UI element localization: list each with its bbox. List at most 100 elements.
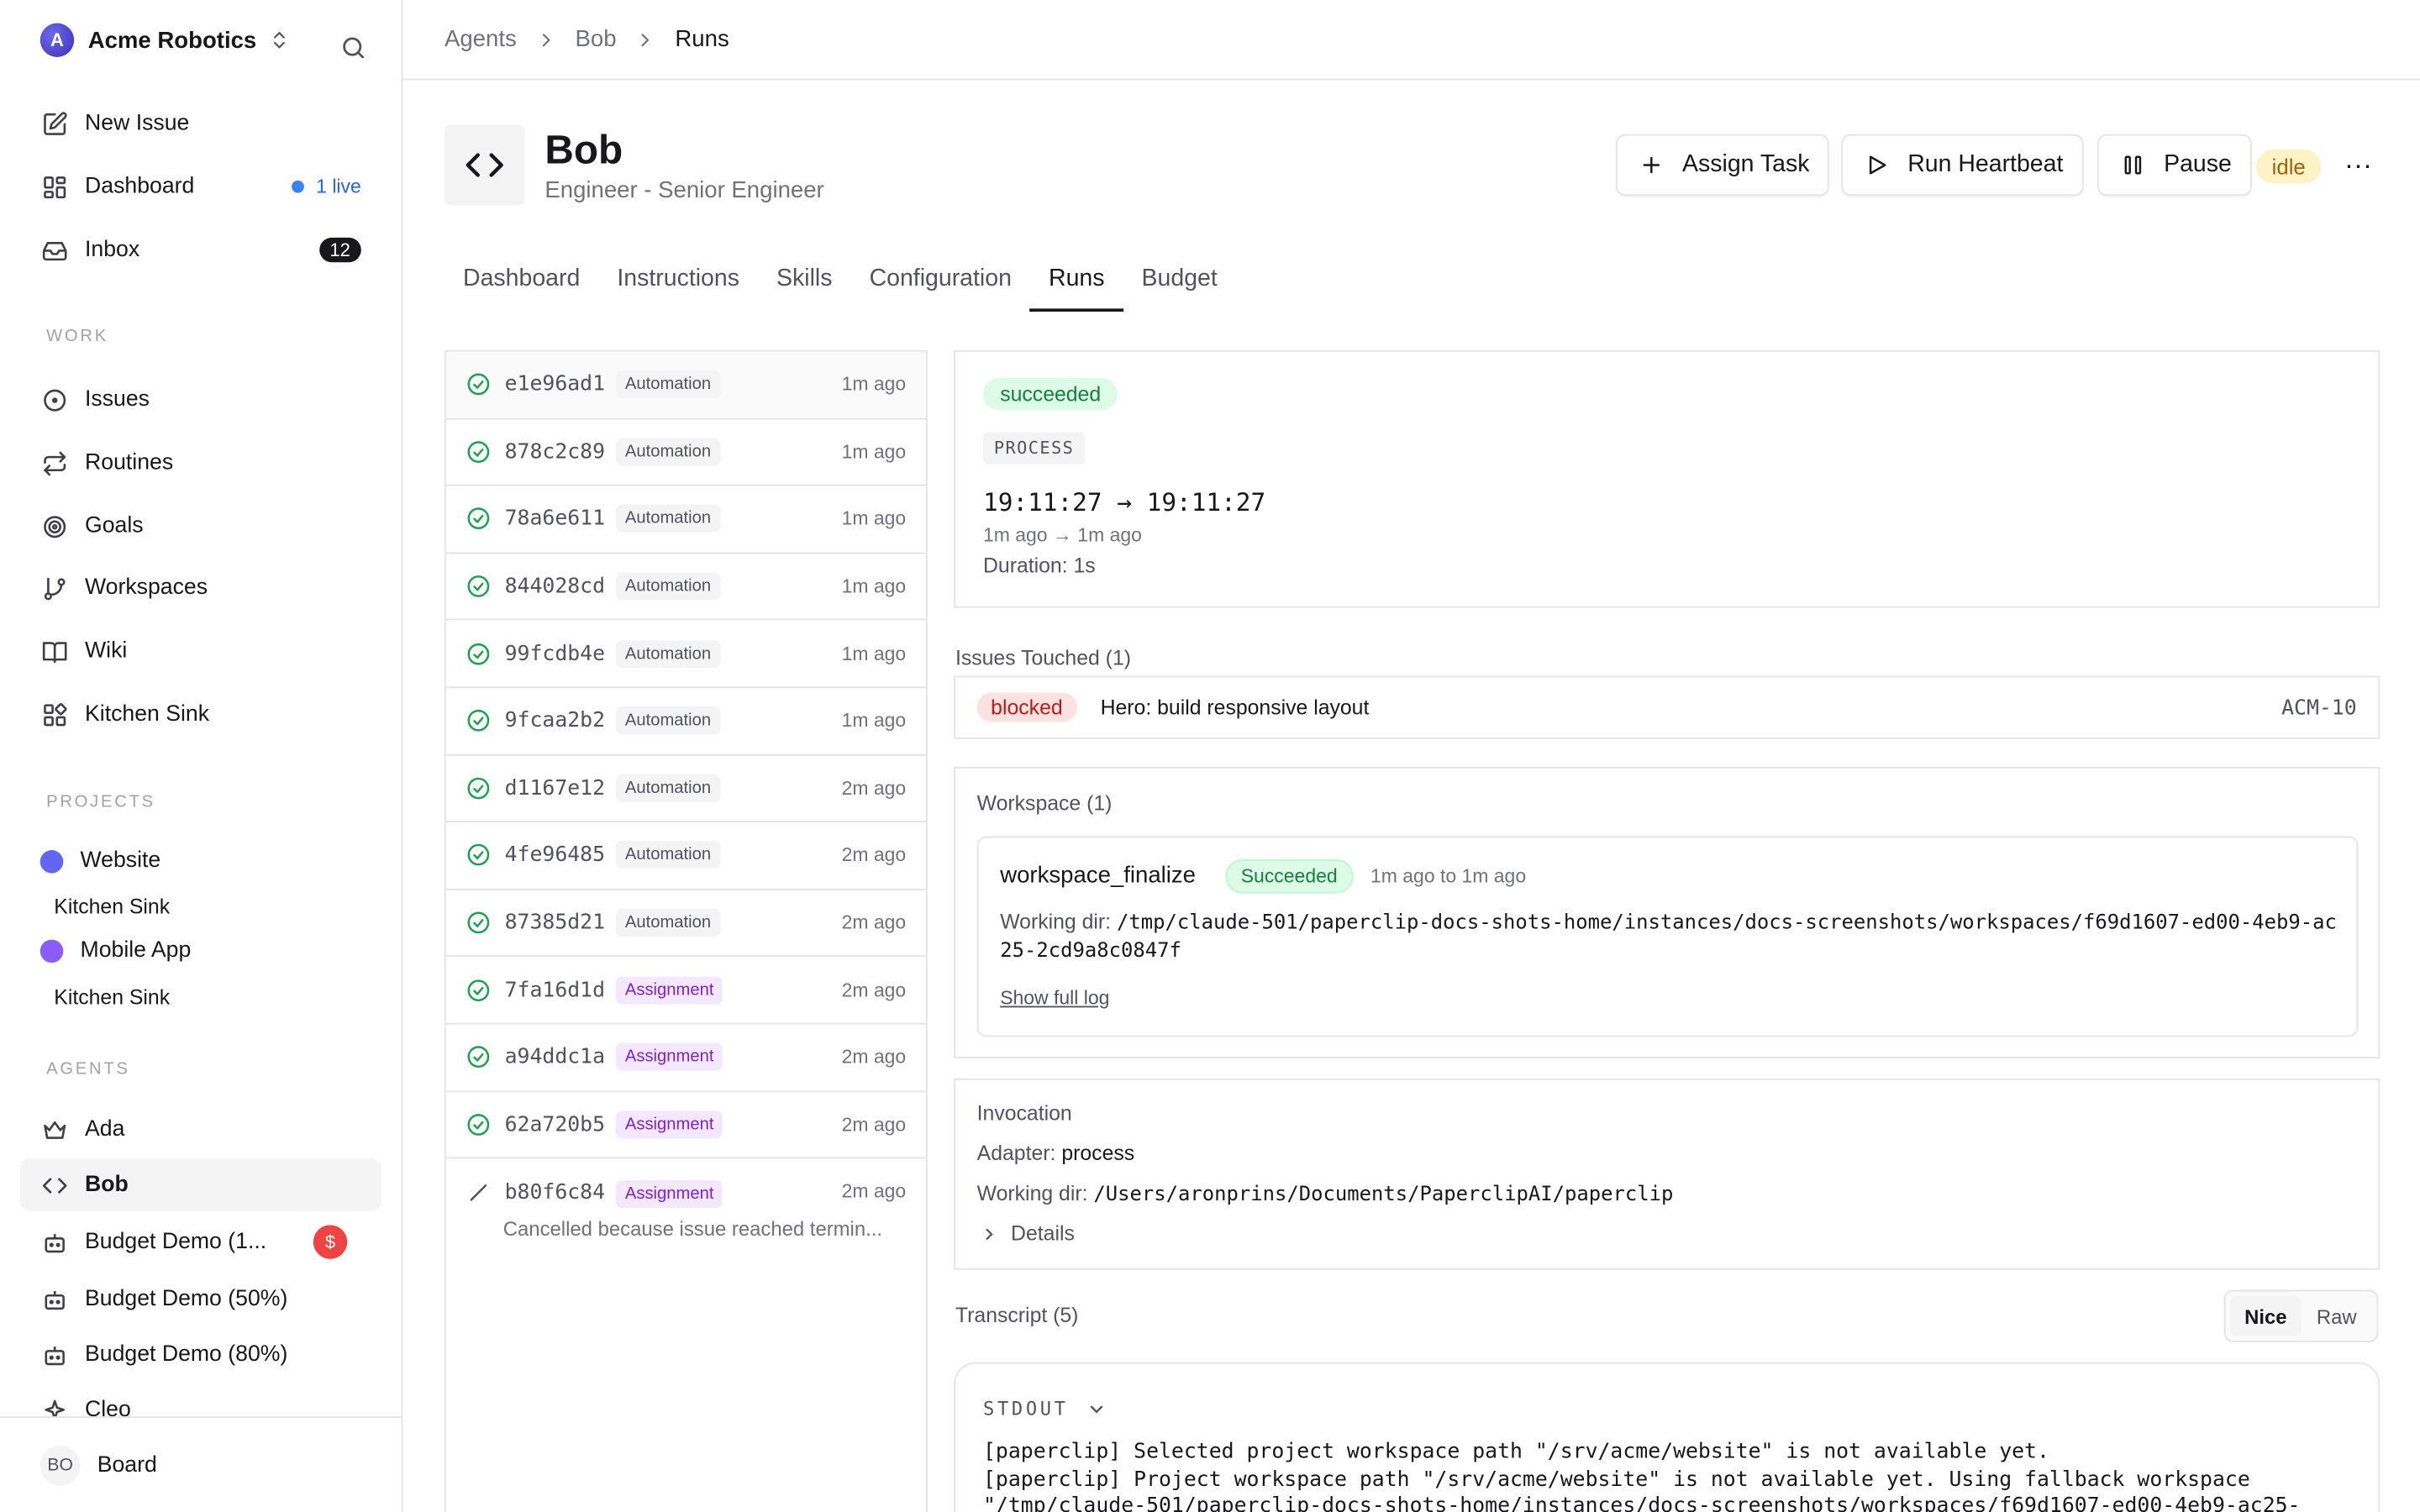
project-sub-item[interactable]: Kitchen Sink [54,895,170,918]
board-switcher[interactable]: BO Board [0,1416,402,1512]
check-circle-icon [466,641,491,665]
stdout-toggle[interactable]: STDOUT [983,1398,1107,1420]
tab-runs[interactable]: Runs [1029,253,1123,312]
nav-new-issue[interactable]: New Issue [20,97,381,150]
run-row[interactable]: 4fe96485 Automation 2m ago [445,822,927,890]
tab-configuration[interactable]: Configuration [851,253,1030,312]
nav-wiki[interactable]: Wiki [20,625,381,677]
toggle-nice[interactable]: Nice [2230,1295,2302,1336]
check-circle-icon [466,574,491,598]
run-heartbeat-button[interactable]: Run Heartbeat [1841,134,2084,197]
blocks-icon [40,701,68,728]
run-row[interactable]: 7fa16d1d Assignment 2m ago [445,957,927,1025]
project-label: Mobile App [80,937,192,963]
duration: Duration: 1s [983,554,1096,577]
run-row[interactable]: 62a720b5 Assignment 2m ago [445,1092,927,1159]
run-type-tag: Automation [615,505,721,533]
run-row[interactable]: e1e96ad1 Automation 1m ago [445,351,927,419]
run-type-tag: Assignment [615,1180,723,1209]
project-color-dot [39,849,64,873]
tab-skills[interactable]: Skills [758,253,851,312]
agent-budget-demo-80[interactable]: Budget Demo (80%) [20,1328,381,1380]
inbox-count-badge: 12 [318,237,361,263]
agent-label: Budget Demo (80%) [85,1341,288,1368]
run-row[interactable]: 87385d21 Automation 2m ago [445,890,927,958]
nav-issues[interactable]: Issues [20,373,381,425]
pause-button[interactable]: Pause [2097,134,2252,197]
nav-label: New Issue [85,111,190,136]
check-circle-icon [466,507,491,531]
run-time: 2m ago [841,1180,907,1203]
inbox-icon [40,236,68,264]
bot-icon [40,1285,68,1313]
nav-goals[interactable]: Goals [20,500,381,552]
dashboard-icon [40,173,68,201]
agent-ada[interactable]: Ada [20,1103,381,1155]
run-time: 2m ago [841,844,907,867]
check-circle-icon [466,439,491,464]
toggle-raw[interactable]: Raw [2302,1296,2372,1336]
issue-id: ACM-10 [2281,696,2357,721]
working-dir-label: Working dir: [1000,910,1112,934]
nav-workspaces[interactable]: Workspaces [20,562,381,614]
agent-budget-demo-50[interactable]: Budget Demo (50%) [20,1273,381,1325]
run-time: 1m ago [841,508,907,530]
breadcrumb-agents[interactable]: Agents [445,26,517,52]
crown-icon [40,1116,68,1143]
run-row[interactable]: 878c2c89 Automation 1m ago [445,419,927,486]
nav-dashboard[interactable]: Dashboard 1 live [20,160,381,213]
search-icon[interactable] [339,24,367,72]
project-sub-item[interactable]: Kitchen Sink [54,986,170,1010]
agent-label: Budget Demo (1... [85,1229,267,1255]
nav-inbox[interactable]: Inbox 12 [20,223,381,276]
run-row[interactable]: 99fcdb4e Automation 1m ago [445,621,927,689]
tab-dashboard[interactable]: Dashboard [445,253,598,312]
status-badge: succeeded [983,378,1118,411]
workspace-name: workspace_finalize [1000,862,1196,889]
run-row[interactable]: 78a6e611 Automation 1m ago [445,486,927,554]
run-time: 1m ago [841,575,907,597]
working-dir-label: Working dir: [976,1181,1088,1205]
agent-label: Ada [85,1116,125,1142]
agent-code-icon [444,124,525,206]
project-mobile-app[interactable]: Mobile App [39,937,192,963]
working-dir-row: Working dir: /Users/aronprins/Documents/… [977,1182,1674,1206]
run-row[interactable]: a94ddc1a Assignment 2m ago [445,1024,927,1092]
issues-touched-title: Issues Touched (1) [955,646,1132,670]
avatar: BO [39,1445,81,1485]
time-range: 19:11:27 → 19:11:27 [983,487,1266,517]
show-full-log-link[interactable]: Show full log [1000,988,1109,1010]
agent-bob[interactable]: Bob [19,1158,381,1211]
run-row[interactable]: 844028cd Automation 1m ago [445,554,927,622]
board-label: Board [97,1452,157,1478]
run-row[interactable]: d1167e12 Automation 2m ago [445,755,927,823]
run-type-tag: Automation [615,908,721,937]
breadcrumb-bob[interactable]: Bob [576,26,617,52]
target-icon [40,512,68,540]
nav-kitchen-sink[interactable]: Kitchen Sink [20,688,381,740]
bot-icon [40,1228,68,1256]
run-row[interactable]: b80f6c84 Assignment 2m ago Cancelled becaus… [446,1159,926,1252]
project-website[interactable]: Website [39,848,160,874]
tab-instructions[interactable]: Instructions [598,253,758,312]
check-circle-icon [466,709,491,733]
live-dot-icon [291,180,304,193]
issue-row[interactable]: blocked Hero: build responsive layout AC… [954,675,2381,739]
stdout-label: STDOUT [983,1398,1069,1420]
run-id: 844028cd [504,574,606,599]
assign-task-button[interactable]: Assign Task [1616,134,1830,197]
workspace-working-dir: Working dir: /tmp/claude-501/paperclip-d… [1000,909,2343,964]
agent-budget-demo-1[interactable]: Budget Demo (1... $ [20,1215,381,1268]
agent-role: Engineer - Senior Engineer [544,177,824,204]
details-label: Details [1011,1221,1075,1246]
nav-label: Issues [85,387,150,412]
run-row[interactable]: 9fcaa2b2 Automation 1m ago [445,688,927,756]
run-id: 878c2c89 [504,439,606,465]
nav-routines[interactable]: Routines [20,437,381,489]
check-circle-icon [466,1112,491,1137]
nav-label: Routines [85,450,174,475]
details-toggle[interactable]: Details [980,1221,1075,1246]
tab-budget[interactable]: Budget [1123,253,1236,312]
run-type-tag: Automation [615,774,721,802]
more-options-icon[interactable]: ··· [2344,150,2372,182]
